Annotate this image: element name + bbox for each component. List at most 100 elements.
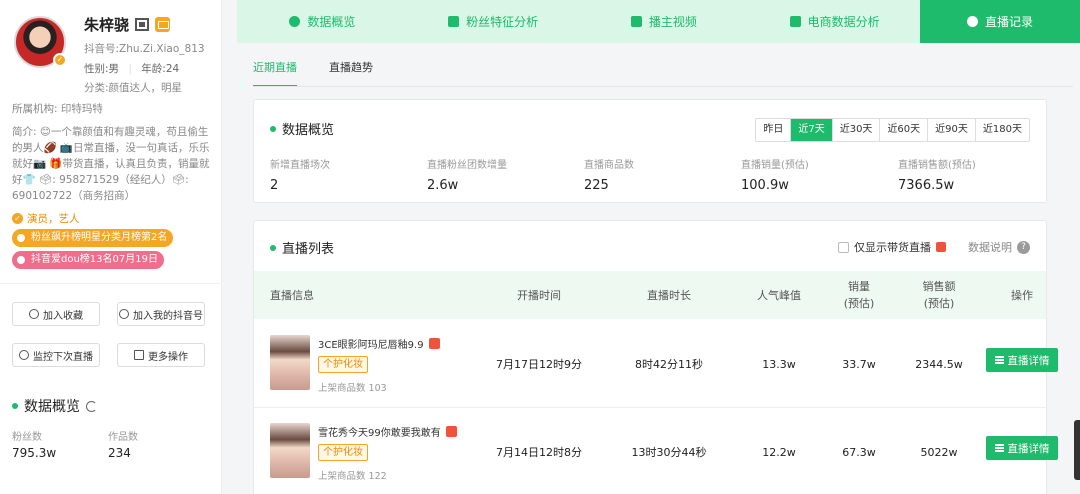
- kpi-value: 225: [584, 178, 609, 193]
- tab-overview-label: 数据概览: [307, 15, 356, 29]
- page-root: ✓ 朱梓骁 抖音号:Zhu.Zi.Xiao_813 性别:男 | 年龄:24 分…: [0, 0, 1080, 494]
- live-title[interactable]: 雪花秀今天99你敢要我敢有: [318, 424, 457, 439]
- col-revenue: 销售额 (预估): [894, 271, 984, 319]
- range-30d[interactable]: 近30天: [831, 119, 880, 141]
- kpi-fans-group: 直播粉丝团数增量 2.6w: [427, 156, 584, 193]
- overview-card: 数据概览 昨日 近7天 近30天 近60天 近90天 近180天 新增直播场次 …: [253, 99, 1047, 203]
- rank-badge-dou-text: 抖音爱dou榜13名07月19日: [31, 254, 158, 265]
- table-row: 3CE眼影阿玛尼唇釉9.9 个护化妆 上架商品数 103 7月17日12时9分 …: [254, 320, 1058, 408]
- crown-icon: [14, 231, 28, 245]
- range-yesterday[interactable]: 昨日: [756, 119, 791, 141]
- kpi-row: 新增直播场次 2 直播粉丝团数增量 2.6w 直播商品数 225 直播销量(预估…: [270, 156, 1055, 193]
- cell-sales: 67.3w: [842, 445, 876, 459]
- profile-tag-text: 演员，艺人: [27, 213, 80, 225]
- kpi-value: 2: [270, 178, 279, 193]
- kpi-label: 直播销售额(预估): [898, 160, 976, 171]
- live-list-title-text: 直播列表: [282, 242, 335, 257]
- verified-icon: ✓: [53, 53, 67, 67]
- only-goods-filter[interactable]: 仅显示带货直播: [838, 239, 946, 255]
- range-selector: 昨日 近7天 近30天 近60天 近90天 近180天: [755, 118, 1030, 142]
- green-dot-icon: [12, 403, 18, 409]
- rank-badge-fans-text: 粉丝飙升榜明星分类月榜第2名: [31, 232, 168, 243]
- kpi-label: 直播商品数: [584, 160, 634, 171]
- live-detail-label: 直播详情: [1007, 442, 1050, 455]
- help-icon[interactable]: ?: [1017, 240, 1030, 254]
- table-header: 直播信息 开播时间 直播时长 人气峰值 销量 (预估) 销售额 (预估) 操作: [254, 271, 1046, 319]
- sidebar-divider: [0, 283, 221, 284]
- kpi-value: 7366.5w: [898, 178, 955, 193]
- subtab-divider: [253, 86, 1073, 87]
- age: 年龄:24: [141, 63, 180, 75]
- category-tag: 个护化妆: [318, 444, 368, 461]
- col-revenue-sub: (预估): [923, 297, 955, 310]
- tab-ecommerce[interactable]: 电商数据分析: [749, 0, 920, 43]
- tab-fans-analysis[interactable]: 粉丝特征分析: [408, 0, 579, 43]
- green-dot-icon: [270, 244, 276, 251]
- main-tabs: 数据概览 粉丝特征分析 播主视频 电商数据分析 直播记录: [237, 0, 1080, 43]
- shopping-bag-icon: [789, 16, 801, 27]
- data-explain[interactable]: 数据说明 ?: [968, 239, 1030, 255]
- live-detail-button[interactable]: 直播详情: [986, 436, 1058, 460]
- monitor-live-label: 监控下次直播: [33, 351, 93, 363]
- add-my-douyin-label: 加入我的抖音号: [133, 310, 203, 322]
- kpi-products: 直播商品数 225: [584, 156, 741, 193]
- col-sales-label: 销量: [848, 280, 870, 293]
- range-180d[interactable]: 近180天: [974, 119, 1029, 141]
- more-actions-button[interactable]: 更多操作: [117, 343, 205, 367]
- fans-label: 粉丝数: [12, 432, 42, 443]
- range-90d[interactable]: 近90天: [927, 119, 975, 141]
- live-cover-image[interactable]: [270, 335, 310, 390]
- profile-sidebar: ✓ 朱梓骁 抖音号:Zhu.Zi.Xiao_813 性别:男 | 年龄:24 分…: [0, 0, 222, 494]
- live-cover-image[interactable]: [270, 423, 310, 478]
- live-detail-button[interactable]: 直播详情: [986, 348, 1058, 372]
- monitor-icon: [19, 350, 29, 360]
- heart-icon: [14, 253, 28, 267]
- profile-tag: ✓ 演员，艺人: [12, 211, 80, 226]
- add-my-douyin-button[interactable]: 加入我的抖音号: [117, 302, 205, 326]
- live-title[interactable]: 3CE眼影阿玛尼唇釉9.9: [318, 336, 440, 351]
- subtab-live-trend[interactable]: 直播趋势: [329, 59, 373, 87]
- kpi-label: 直播粉丝团数增量: [427, 160, 507, 171]
- monitor-live-button[interactable]: 监控下次直播: [12, 343, 100, 367]
- range-7d[interactable]: 近7天: [790, 119, 832, 141]
- rank-badge-fans[interactable]: 粉丝飙升榜明星分类月榜第2名: [12, 229, 174, 247]
- works-stat: 作品数 234: [108, 428, 138, 460]
- avatar[interactable]: ✓: [14, 16, 67, 68]
- gender: 性别:男: [84, 63, 120, 75]
- tab-overview[interactable]: 数据概览: [237, 0, 408, 43]
- works-label: 作品数: [108, 432, 138, 443]
- tab-videos[interactable]: 播主视频: [579, 0, 750, 43]
- live-title-text: 雪花秀今天99你敢要我敢有: [318, 428, 441, 439]
- kpi-new-live: 新增直播场次 2: [270, 156, 427, 193]
- only-goods-checkbox[interactable]: [838, 241, 849, 253]
- green-dot-icon: [270, 125, 276, 132]
- only-goods-label: 仅显示带货直播: [854, 241, 931, 254]
- qrcode-icon[interactable]: [135, 18, 150, 31]
- subtab-recent-live[interactable]: 近期直播: [253, 59, 297, 87]
- live-list-title: 直播列表: [270, 238, 334, 257]
- rank-badge-dou[interactable]: 抖音爱dou榜13名07月19日: [12, 251, 164, 269]
- col-info: 直播信息: [270, 288, 314, 302]
- goods-badge-icon: [428, 338, 440, 349]
- favorite-icon: [29, 309, 39, 319]
- tab-live-records[interactable]: 直播记录: [920, 0, 1080, 43]
- range-60d[interactable]: 近60天: [879, 119, 928, 141]
- list-icon: [994, 356, 1004, 364]
- list-icon: [994, 444, 1004, 452]
- add-favorite-button[interactable]: 加入收藏: [12, 302, 100, 326]
- shop-icon[interactable]: [155, 17, 171, 32]
- kpi-label: 新增直播场次: [270, 160, 330, 171]
- cell-sales: 33.7w: [842, 357, 876, 371]
- tab-ecommerce-label: 电商数据分析: [807, 15, 880, 29]
- goods-badge-icon: [936, 242, 946, 252]
- more-actions-label: 更多操作: [148, 351, 188, 363]
- pie-chart-icon: [289, 16, 301, 27]
- fans-stat: 粉丝数 795.3w: [12, 428, 56, 460]
- fans-value: 795.3w: [12, 446, 57, 460]
- kpi-value: 100.9w: [741, 178, 789, 193]
- side-scroll-tab[interactable]: [1074, 420, 1080, 480]
- refresh-icon[interactable]: [86, 400, 97, 412]
- sidebar-overview-title: 数据概览: [12, 396, 97, 416]
- live-title-text: 3CE眼影阿玛尼唇釉9.9: [318, 340, 424, 351]
- sub-tabs: 近期直播 直播趋势: [253, 59, 405, 87]
